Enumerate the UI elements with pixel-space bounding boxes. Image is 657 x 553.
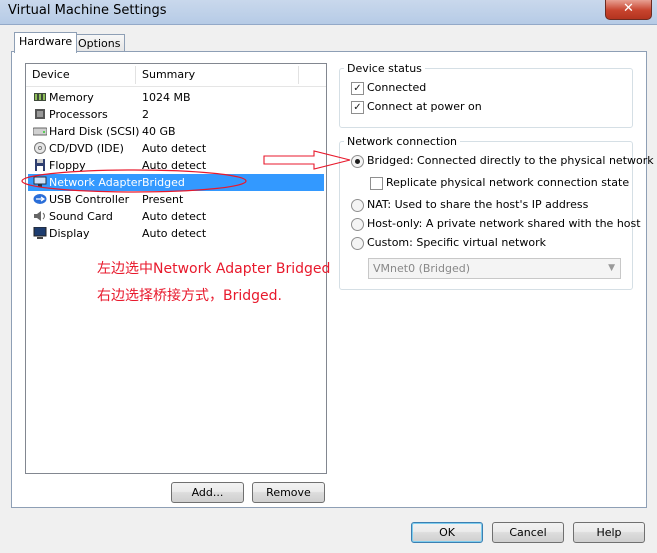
device-summary: 40 GB [142, 125, 176, 138]
connected-label[interactable]: Connected [367, 81, 426, 94]
check-icon: ✓ [353, 83, 362, 94]
device-summary: Auto detect [142, 142, 207, 155]
host-only-radio[interactable] [351, 218, 364, 231]
cancel-button[interactable]: Cancel [492, 522, 564, 543]
device-row-hard-disk[interactable]: Hard Disk (SCSI) 40 GB [28, 123, 324, 140]
connected-checkbox[interactable]: ✓ [351, 82, 364, 95]
processor-icon [35, 109, 45, 119]
device-name: Memory [49, 91, 94, 104]
device-name: Hard Disk (SCSI) [49, 125, 140, 138]
network-connection-title: Network connection [344, 135, 461, 148]
host-only-label[interactable]: Host-only: A private network shared with… [367, 217, 641, 230]
title-bar: Virtual Machine Settings ✕ [0, 0, 657, 25]
annotation-line-1: 左边选中Network Adapter Bridged [97, 261, 331, 277]
cd-dvd-icon [34, 142, 46, 154]
device-row-display[interactable]: Display Auto detect [28, 225, 324, 242]
annotation-line-2: 右边选择桥接方式，Bridged. [97, 288, 282, 304]
chevron-down-icon: ▼ [608, 263, 615, 273]
device-row-memory[interactable]: Memory 1024 MB [28, 89, 324, 106]
annotation-ellipse [21, 169, 247, 193]
device-summary: Auto detect [142, 227, 207, 240]
device-list-header: Device Summary [26, 64, 326, 87]
help-button[interactable]: Help [573, 522, 645, 543]
device-summary: 1024 MB [142, 91, 191, 104]
tab-hardware-label: Hardware [19, 35, 73, 48]
ok-button[interactable]: OK [411, 522, 483, 543]
remove-device-button[interactable]: Remove [252, 482, 325, 503]
replicate-state-label[interactable]: Replicate physical network connection st… [386, 176, 629, 189]
radio-selected-dot [355, 159, 360, 164]
device-row-sound-card[interactable]: Sound Card Auto detect [28, 208, 324, 225]
add-device-button[interactable]: Add... [171, 482, 244, 503]
bridged-label[interactable]: Bridged: Connected directly to the physi… [367, 154, 654, 167]
tab-options-label: Options [78, 37, 121, 50]
device-name: Display [49, 227, 90, 240]
device-status-title: Device status [344, 62, 425, 75]
window-title: Virtual Machine Settings [8, 3, 167, 18]
custom-label[interactable]: Custom: Specific virtual network [367, 236, 546, 249]
usb-icon [33, 194, 47, 204]
custom-network-value: VMnet0 (Bridged) [373, 262, 470, 275]
annotation-arrow [263, 150, 351, 170]
device-summary: 2 [142, 108, 149, 121]
column-header-summary[interactable]: Summary [136, 64, 195, 86]
custom-network-select[interactable]: VMnet0 (Bridged) ▼ [368, 258, 621, 279]
device-name: Sound Card [49, 210, 113, 223]
tab-hardware[interactable]: Hardware [14, 32, 78, 53]
device-row-processors[interactable]: Processors 2 [28, 106, 324, 123]
check-icon: ✓ [353, 102, 362, 113]
device-summary: Auto detect [142, 210, 207, 223]
device-name: Processors [49, 108, 108, 121]
close-icon: ✕ [623, 1, 634, 16]
display-icon [33, 227, 47, 239]
hard-disk-icon [33, 127, 47, 136]
memory-icon [34, 93, 46, 101]
column-divider[interactable] [298, 66, 299, 84]
nat-radio[interactable] [351, 199, 364, 212]
device-name: CD/DVD (IDE) [49, 142, 124, 155]
column-header-device[interactable]: Device [26, 64, 70, 86]
connect-at-power-on-checkbox[interactable]: ✓ [351, 101, 364, 114]
sound-card-icon [34, 211, 45, 221]
device-status-group [339, 68, 633, 128]
connect-at-power-on-label[interactable]: Connect at power on [367, 100, 482, 113]
close-button[interactable]: ✕ [605, 0, 652, 20]
custom-radio[interactable] [351, 237, 364, 250]
replicate-state-checkbox[interactable] [370, 177, 383, 190]
nat-label[interactable]: NAT: Used to share the host's IP address [367, 198, 588, 211]
